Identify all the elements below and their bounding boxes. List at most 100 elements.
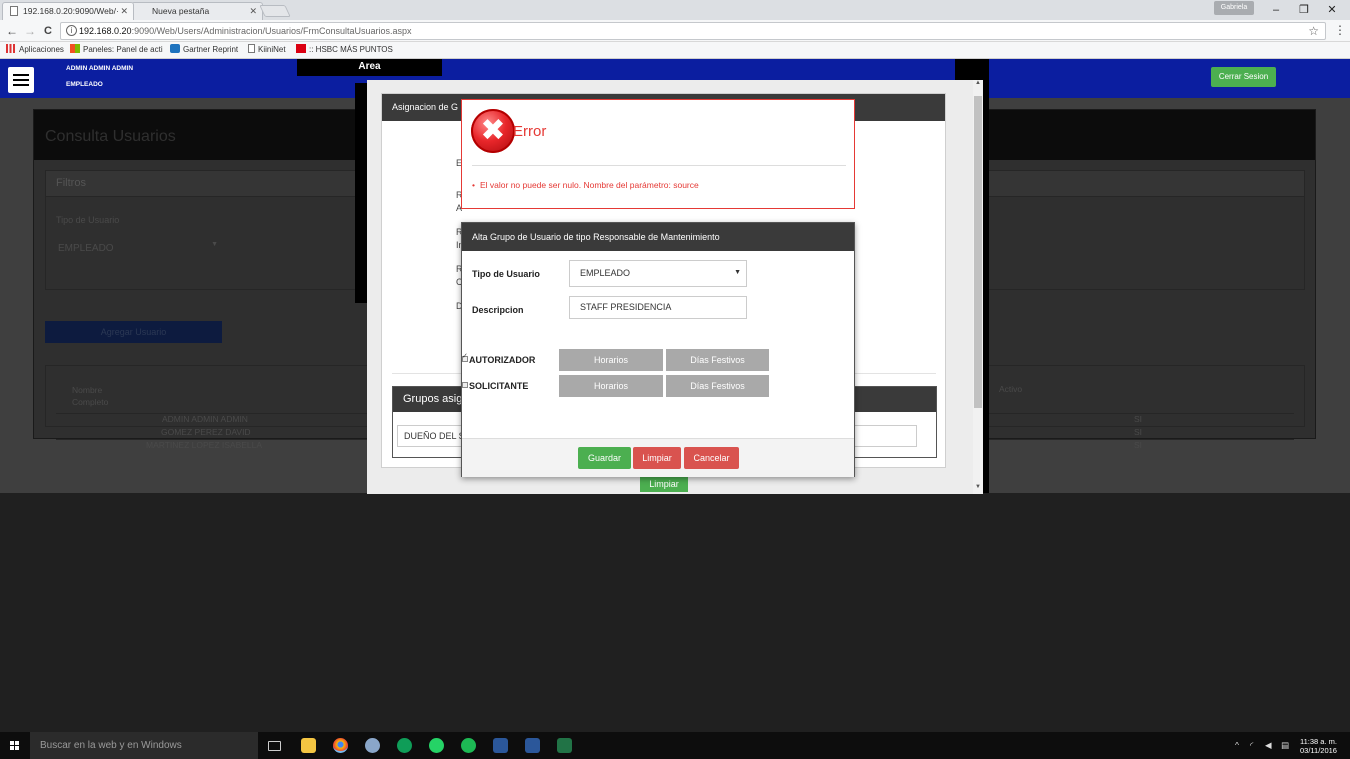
cell-active: SI [1134,427,1143,437]
cell-active: SI [1134,414,1143,424]
hangouts-icon[interactable] [397,738,412,753]
info-icon[interactable]: i [66,25,77,36]
bookmark-label: Paneles: Panel de acti [83,45,163,54]
cell-active: SI [1134,440,1143,450]
bookmark-label: Aplicaciones [19,45,64,54]
spotify-icon[interactable] [461,738,476,753]
show-hidden-icons-icon[interactable]: ^ [1235,732,1239,759]
chevron-down-icon: ▼ [211,241,218,248]
column-header-name: Nombre Completo [72,385,109,407]
file-explorer-icon[interactable] [301,738,316,753]
app-icon[interactable] [365,738,380,753]
reload-icon[interactable]: C [44,23,52,39]
browser-toolbar: ← → C i 192.168.0.20:9090/Web/Users/Admi… [0,20,1350,42]
scroll-down-icon[interactable]: ▼ [973,484,983,490]
taskbar-clock[interactable]: 11:38 a. m. 03/11/2016 [1300,737,1337,755]
alta-grupo-dialog: Alta Grupo de Usuario de tipo Responsabl… [461,222,855,477]
scrollbar-thumb[interactable] [974,96,982,408]
back-icon[interactable]: ← [6,23,18,39]
close-tab-icon[interactable]: ✕ [249,3,257,19]
role-solicitante[interactable]: SOLICITANTE [462,381,528,391]
solicitante-checkbox[interactable] [462,382,468,388]
bookmark-star-icon[interactable]: ☆ [1308,23,1319,39]
error-message: El valor no puede ser nulo. Nombre del p… [472,180,699,190]
autorizador-checkbox[interactable] [462,352,468,362]
scroll-up-icon[interactable]: ▲ [973,80,983,86]
gartner-icon [170,44,180,53]
error-dialog: ✖ Error El valor no puede ser nulo. Nomb… [461,99,855,209]
description-label: Descripcion [472,305,524,315]
divider [472,165,846,166]
user-type-label: Tipo de Usuario [472,269,540,279]
add-user-button[interactable]: Agregar Usuario [45,321,222,343]
windows-start-icon[interactable] [10,741,20,751]
bookmark-paneles[interactable]: Paneles: Panel de acti [70,42,163,58]
dias-festivos-button[interactable]: Días Festivos [666,375,769,397]
restore-icon[interactable]: ❐ [1290,0,1318,20]
error-icon: ✖ [471,109,515,153]
dialog-title: Alta Grupo de Usuario de tipo Responsabl… [462,223,854,251]
tab-nueva-pestana[interactable]: Nueva pestaña ✕ [131,2,263,20]
clock-date: 03/11/2016 [1300,746,1337,755]
close-tab-icon[interactable]: ✕ [120,3,128,19]
word-icon[interactable] [493,738,508,753]
url-path: :9090/Web/Users/Administracion/Usuarios/… [131,26,412,36]
clear-button[interactable]: Limpiar [640,477,688,492]
overlay-shadow [355,83,367,303]
role-label: AUTORIZADOR [469,355,536,365]
user-name: ADMIN ADMIN ADMIN [66,65,134,72]
bookmark-hsbc[interactable]: :: HSBC MÁS PUNTOS [296,42,393,58]
save-button[interactable]: Guardar [578,447,631,469]
network-icon[interactable]: ◜ [1250,732,1253,759]
bookmark-aplicaciones[interactable]: Aplicaciones [6,42,64,58]
clear-button[interactable]: Limpiar [633,447,681,469]
chrome-menu-icon[interactable]: ⋮ [1334,23,1346,37]
role-autorizador[interactable]: AUTORIZADOR [462,352,536,365]
bookmark-gartner[interactable]: Gartner Reprint [170,42,238,58]
taskbar-search[interactable]: Buscar en la web y en Windows [30,732,258,759]
chrome-icon[interactable] [333,738,348,753]
page-viewport: ADMIN ADMIN ADMIN EMPLEADO Area Cerrar S… [0,59,1350,732]
bookmark-label: KiiniNet [258,45,286,54]
notifications-icon[interactable]: ▤ [1281,732,1289,759]
dialog-footer: Guardar Limpiar Cancelar [462,438,854,477]
cell-name: MARTINEZ LOPEZ ISABELLA [146,440,263,450]
new-tab-button[interactable] [259,5,291,17]
bookmark-label: Gartner Reprint [183,45,239,54]
tab-label: 192.168.0.20:9090/Web/· [23,6,119,16]
excel-icon[interactable] [557,738,572,753]
tab-label: Nueva pestaña [152,6,210,16]
description-input[interactable]: STAFF PRESIDENCIA [569,296,747,319]
url-host: 192.168.0.20 [79,26,132,36]
logout-button[interactable]: Cerrar Sesion [1211,67,1276,87]
bookmark-label: :: HSBC MÁS PUNTOS [309,45,393,54]
close-window-icon[interactable]: ✕ [1318,0,1346,20]
user-type-label: Tipo de Usuario [56,215,120,225]
dias-festivos-button[interactable]: Días Festivos [666,349,769,371]
hsbc-icon [296,44,306,53]
horarios-button[interactable]: Horarios [559,349,663,371]
area-menu[interactable]: Area [297,59,442,76]
address-bar[interactable]: i 192.168.0.20:9090/Web/Users/Administra… [60,22,1326,40]
volume-icon[interactable]: ◀ [1265,732,1272,759]
microsoft-icon [70,44,80,53]
modal-scrollbar[interactable]: ▲ ▼ [973,80,983,494]
user-type-value: EMPLEADO [580,268,631,278]
user-type-select[interactable]: EMPLEADO ▼ [569,260,747,287]
hamburger-menu-icon[interactable] [8,67,34,93]
profile-button[interactable]: Gabriela [1214,1,1254,15]
forward-icon[interactable]: → [24,23,36,39]
whatsapp-icon[interactable] [429,738,444,753]
word-icon[interactable] [525,738,540,753]
minimize-icon[interactable]: – [1262,0,1290,20]
cancel-button[interactable]: Cancelar [684,447,739,469]
chevron-down-icon: ▼ [734,269,741,276]
browser-tabstrip: 192.168.0.20:9090/Web/· ✕ Nueva pestaña … [0,0,1350,20]
horarios-button[interactable]: Horarios [559,375,663,397]
task-view-icon[interactable] [268,741,281,751]
bookmark-kiininet[interactable]: KiiniNet [248,42,286,58]
user-type-value: EMPLEADO [58,243,114,254]
tab-consulta-usuarios[interactable]: 192.168.0.20:9090/Web/· ✕ [2,2,134,20]
user-type-select[interactable]: EMPLEADO ▼ [56,237,222,261]
user-role: EMPLEADO [66,81,103,88]
